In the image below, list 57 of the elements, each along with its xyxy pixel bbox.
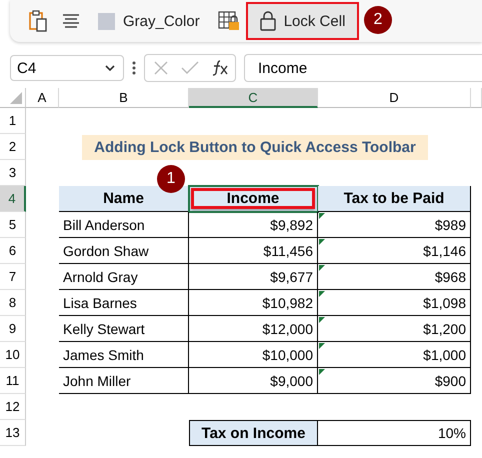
table-cell: $989 — [318, 212, 471, 238]
lock-icon — [260, 11, 276, 31]
table-cell: James Smith — [59, 342, 189, 368]
row-header[interactable]: 13 — [0, 420, 26, 446]
row-header[interactable]: 7 — [0, 264, 26, 290]
table-cell: Kelly Stewart — [59, 316, 189, 342]
table-cell: $1,146 — [318, 238, 471, 264]
sheet-title: Adding Lock Button to Quick Access Toolbar — [82, 134, 428, 160]
table-cell: $12,000 — [262, 320, 313, 336]
table-cell: $9,000 — [270, 372, 313, 388]
table-cell: Bill Anderson — [59, 212, 189, 238]
row-header[interactable]: 6 — [0, 238, 26, 264]
row-header[interactable]: 9 — [0, 316, 26, 342]
function-icon[interactable] — [211, 60, 229, 76]
row-header[interactable]: 4 — [0, 186, 26, 212]
highlighted-heading: Income — [191, 188, 315, 209]
formula-field[interactable]: Income — [244, 54, 482, 82]
table-cell: $9,677 — [270, 268, 313, 284]
row-header[interactable]: 2 — [0, 134, 26, 160]
table-cell: $9,892 — [270, 216, 313, 232]
color-button[interactable]: Gray_Color — [94, 6, 204, 36]
row-header[interactable]: 1 — [0, 108, 26, 134]
column-header[interactable]: C — [189, 88, 318, 108]
table-cell: $968 — [318, 264, 471, 290]
table-cell: Gordon Shaw — [59, 238, 189, 264]
row-header[interactable]: 11 — [0, 368, 26, 394]
table-cell: Arnold Gray — [59, 264, 189, 290]
row-header[interactable]: 12 — [0, 394, 26, 420]
chevron-icon — [105, 65, 115, 71]
table-cell: John Miller — [59, 368, 189, 394]
table-cell: $1,000 — [318, 342, 471, 368]
table-cell: $1,200 — [318, 316, 471, 342]
table-cell: $1,098 — [318, 290, 471, 316]
check-icon[interactable] — [181, 61, 199, 75]
column-header[interactable]: B — [59, 88, 189, 108]
more-icon[interactable] — [132, 60, 136, 76]
column-heading: Name — [59, 186, 189, 212]
lock-cell-button[interactable]: Lock Cell — [248, 4, 358, 38]
column-header[interactable]: A — [26, 88, 59, 108]
table-cell: $11,456 — [263, 242, 313, 258]
paste-icon[interactable] — [28, 10, 48, 32]
table-cell: $900 — [318, 368, 471, 394]
table-cell: $10,000 — [262, 346, 313, 362]
summary-label: Tax on Income — [189, 420, 318, 446]
table-cell: Lisa Barnes — [59, 290, 189, 316]
column-heading: Tax to be Paid — [318, 186, 471, 212]
row-header[interactable]: 8 — [0, 290, 26, 316]
locked-sheet-icon[interactable] — [218, 11, 240, 31]
row-header[interactable]: 5 — [0, 212, 26, 238]
summary-value: 10% — [318, 420, 471, 446]
step-badge: 2 — [364, 6, 392, 34]
name-box[interactable]: C4 — [10, 55, 124, 81]
align-icon[interactable] — [62, 13, 80, 29]
row-header[interactable]: 10 — [0, 342, 26, 368]
column-header[interactable]: D — [318, 88, 471, 108]
step-badge: 1 — [157, 165, 185, 193]
table-cell: $10,982 — [262, 294, 313, 310]
